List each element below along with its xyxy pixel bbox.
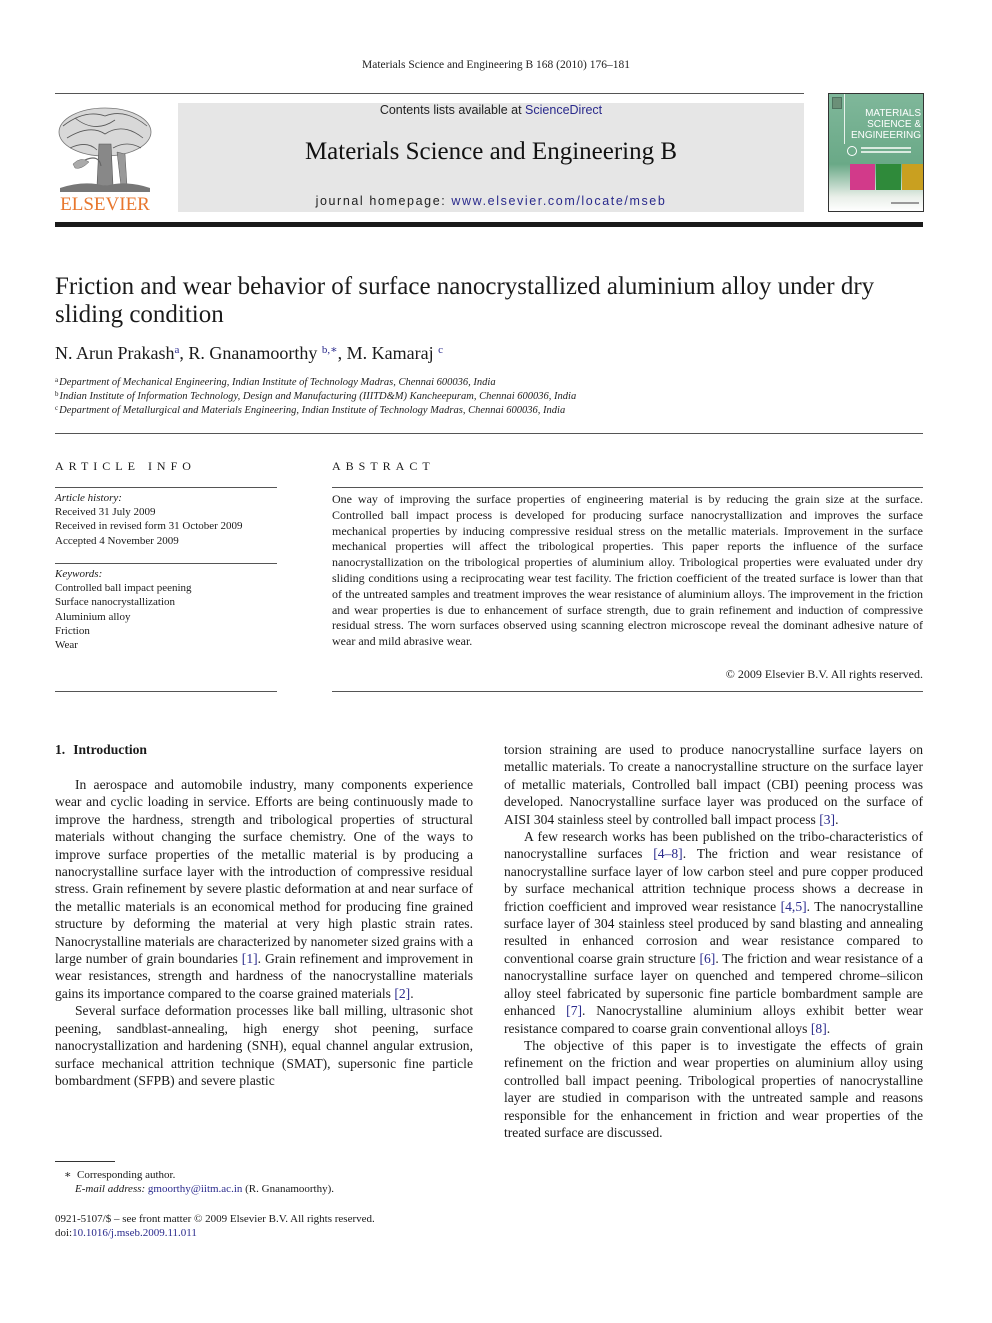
author-list: N. Arun Prakasha, R. Gnanamoorthy b,∗, M… (55, 343, 443, 363)
paragraph: The objective of this paper is to invest… (504, 1037, 923, 1140)
journal-cover[interactable]: MATERIALS SCIENCE & ENGINEERING (828, 93, 924, 212)
homepage-link[interactable]: www.elsevier.com/locate/mseb (451, 194, 666, 208)
body-column-right: torsion straining are used to produce na… (504, 741, 923, 1141)
abstract-label: ABSTRACT (332, 459, 435, 473)
paragraph: Several surface deformation processes li… (55, 1003, 473, 1088)
author-affiliation-mark[interactable]: b,∗ (322, 344, 338, 356)
section-number: 1. (55, 742, 66, 757)
abstract-text: One way of improving the surface propert… (332, 492, 923, 649)
author-name: M. Kamaraj (346, 343, 434, 363)
doi-link[interactable]: 10.1016/j.mseb.2009.11.011 (72, 1227, 197, 1239)
doi-note: doi:10.1016/j.mseb.2009.11.011 (55, 1226, 197, 1240)
email-label: E-mail address: (75, 1183, 146, 1195)
elsevier-logo[interactable]: ELSEVIER (55, 104, 155, 216)
article-title: Friction and wear behavior of surface na… (55, 273, 875, 328)
body-column-left: In aerospace and automobile industry, ma… (55, 776, 473, 1089)
elsevier-wordmark: ELSEVIER (60, 194, 150, 215)
keywords: Keywords: Controlled ball impact peening… (55, 567, 277, 652)
affiliation-c: cDepartment of Metallurgical and Materia… (55, 404, 566, 416)
affiliation-b: bIndian Institute of Information Technol… (55, 390, 577, 402)
citation-link[interactable]: [3] (819, 812, 835, 827)
paragraph: A few research works has been published … (504, 829, 923, 1036)
running-head: Materials Science and Engineering B 168 … (362, 59, 630, 71)
citation-link[interactable]: [6] (699, 951, 715, 966)
contents-prefix: Contents lists available at (379, 103, 526, 117)
keyword: Aluminium alloy (55, 610, 131, 623)
cover-image-magenta (850, 164, 875, 190)
history-received: Received 31 July 2009 (55, 506, 156, 519)
article-history-label: Article history: (55, 492, 122, 504)
article-info-label: ARTICLE INFO (55, 459, 196, 473)
citation-link[interactable]: [1] (242, 951, 258, 966)
homepage-prefix: journal homepage: (315, 194, 452, 208)
cover-footer (891, 202, 919, 204)
keyword: Wear (55, 639, 78, 652)
article-info-bottom-rule (55, 691, 277, 692)
section-title: Introduction (73, 742, 147, 757)
email-link[interactable]: gmoorthy@iitm.ac.in (148, 1183, 242, 1195)
author-affiliation-mark[interactable]: c (438, 344, 443, 356)
section-heading-introduction: 1. Introduction (55, 742, 147, 758)
email-note: E-mail address: gmoorthy@iitm.ac.in (R. … (75, 1183, 335, 1195)
paragraph: In aerospace and automobile industry, ma… (55, 777, 474, 1001)
citation-link[interactable]: [2] (394, 986, 410, 1001)
footnote-rule (55, 1161, 115, 1162)
tree-icon (58, 107, 152, 192)
author-name: R. Gnanamoorthy (188, 343, 318, 363)
front-matter-note: 0921-5107/$ – see front matter © 2009 El… (55, 1213, 375, 1225)
journal-title: Materials Science and Engineering B (304, 138, 678, 165)
cover-image-green (876, 164, 901, 190)
article-info-rule (55, 487, 277, 488)
corresponding-author-note: ∗ Corresponding author. (64, 1169, 176, 1181)
abstract-copyright: © 2009 Elsevier B.V. All rights reserved… (725, 667, 923, 681)
cover-image-gold (902, 164, 923, 190)
keywords-rule (55, 563, 277, 564)
affiliation-a: aDepartment of Mechanical Engineering, I… (55, 376, 496, 388)
header-thick-rule (55, 222, 923, 227)
citation-link[interactable]: [4,5] (781, 899, 807, 914)
keyword: Controlled ball impact peening (55, 582, 192, 595)
affiliations-rule (55, 433, 923, 434)
keyword: Friction (55, 624, 90, 637)
article-history: Article history: Received 31 July 2009 R… (55, 491, 277, 548)
citation-link[interactable]: [4–8] (653, 846, 682, 861)
author-name: N. Arun Prakash (55, 343, 175, 363)
asterisk-mark: ∗ (64, 1169, 72, 1181)
author-affiliation-mark[interactable]: a (175, 344, 180, 356)
cover-title: MATERIALS SCIENCE & ENGINEERING (850, 108, 921, 141)
citation-link[interactable]: [8] (811, 1021, 827, 1036)
history-revised: Received in revised form 31 October 2009 (55, 520, 243, 533)
keywords-label: Keywords: (55, 568, 103, 580)
sciencedirect-link[interactable]: ScienceDirect (525, 103, 602, 117)
abstract-bottom-rule (332, 691, 923, 692)
doi-label: doi: (55, 1227, 73, 1239)
journal-banner: Contents lists available at ScienceDirec… (178, 103, 804, 212)
history-accepted: Accepted 4 November 2009 (55, 534, 179, 547)
contents-line: Contents lists available at ScienceDirec… (178, 103, 804, 117)
header-top-rule (55, 93, 804, 94)
homepage-line: journal homepage: www.elsevier.com/locat… (178, 194, 804, 208)
abstract-rule (332, 487, 923, 488)
citation-link[interactable]: [7] (566, 1003, 582, 1018)
cover-subtitle-lines (861, 147, 911, 149)
cover-subtitle (847, 146, 857, 156)
keyword: Surface nanocrystallization (55, 596, 176, 609)
paragraph: torsion straining are used to produce na… (504, 742, 923, 827)
